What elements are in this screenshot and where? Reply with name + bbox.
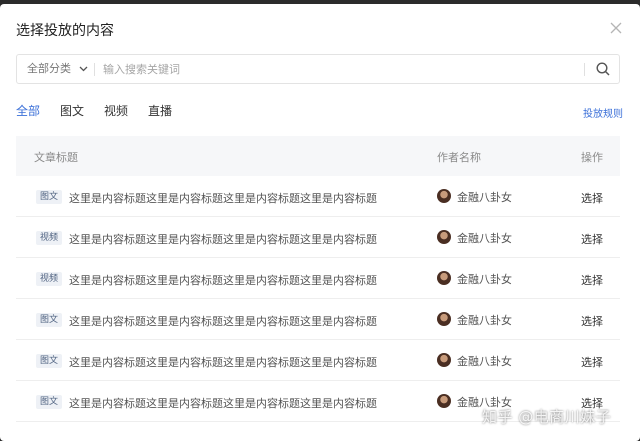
avatar	[437, 271, 451, 285]
rules-link[interactable]: 投放规则	[583, 105, 623, 120]
select-button[interactable]: 选择	[581, 190, 603, 206]
tab-all[interactable]: 全部	[16, 102, 40, 119]
author-name: 金融八卦女	[457, 232, 512, 245]
table-row: 图文 这里是内容标题这里是内容标题这里是内容标题这里是内容标题 金融八卦女 选择	[16, 176, 620, 217]
content-type-badge: 图文	[36, 395, 63, 409]
tab-article[interactable]: 图文	[60, 102, 84, 119]
avatar	[437, 394, 451, 408]
content-type-badge: 图文	[36, 313, 63, 327]
tab-video[interactable]: 视频	[104, 102, 128, 119]
content-title: 这里是内容标题这里是内容标题这里是内容标题这里是内容标题	[69, 356, 377, 369]
column-author: 作者名称	[437, 151, 481, 164]
table-header: 文章标题 作者名称 操作	[16, 136, 620, 176]
select-button[interactable]: 选择	[581, 313, 603, 329]
author-name: 金融八卦女	[457, 273, 512, 286]
content-title: 这里是内容标题这里是内容标题这里是内容标题这里是内容标题	[69, 397, 377, 410]
author-name: 金融八卦女	[457, 314, 512, 327]
search-bar: 全部分类	[16, 54, 620, 84]
content-title: 这里是内容标题这里是内容标题这里是内容标题这里是内容标题	[69, 192, 377, 205]
table-row: 视频 这里是内容标题这里是内容标题这里是内容标题这里是内容标题 金融八卦女 选择	[16, 217, 620, 258]
content-type-badge: 视频	[36, 231, 63, 245]
search-input[interactable]	[103, 59, 573, 79]
avatar	[437, 189, 451, 203]
search-icon[interactable]	[595, 61, 611, 77]
content-title: 这里是内容标题这里是内容标题这里是内容标题这里是内容标题	[69, 315, 377, 328]
content-title: 这里是内容标题这里是内容标题这里是内容标题这里是内容标题	[69, 233, 377, 246]
divider	[584, 63, 585, 76]
content-select-dialog: 选择投放的内容 全部分类 全部 图文 视频 直播 投放规则 文章标题 作者	[0, 4, 640, 441]
content-type-badge: 图文	[36, 354, 63, 368]
category-dropdown[interactable]: 全部分类	[27, 55, 88, 83]
tab-live[interactable]: 直播	[148, 102, 172, 119]
content-type-badge: 图文	[36, 190, 63, 204]
avatar	[437, 353, 451, 367]
content-title: 这里是内容标题这里是内容标题这里是内容标题这里是内容标题	[69, 274, 377, 287]
table-row: 视频 这里是内容标题这里是内容标题这里是内容标题这里是内容标题 金融八卦女 选择	[16, 258, 620, 299]
select-button[interactable]: 选择	[581, 272, 603, 288]
select-button[interactable]: 选择	[581, 231, 603, 247]
select-button[interactable]: 选择	[581, 354, 603, 370]
watermark: 知乎 @电商川妹子	[482, 408, 612, 426]
close-icon[interactable]	[606, 18, 626, 38]
chevron-down-icon	[79, 56, 88, 84]
author-name: 金融八卦女	[457, 355, 512, 368]
category-label: 全部分类	[27, 62, 71, 75]
content-type-badge: 视频	[36, 272, 63, 286]
table-row: 图文 这里是内容标题这里是内容标题这里是内容标题这里是内容标题 金融八卦女 选择	[16, 340, 620, 381]
column-title: 文章标题	[34, 151, 78, 164]
author-name: 金融八卦女	[457, 191, 512, 204]
avatar	[437, 312, 451, 326]
divider	[94, 63, 95, 76]
table-row: 图文 这里是内容标题这里是内容标题这里是内容标题这里是内容标题 金融八卦女 选择	[16, 299, 620, 340]
column-action: 操作	[581, 151, 603, 164]
avatar	[437, 230, 451, 244]
dialog-title: 选择投放的内容	[16, 23, 114, 39]
